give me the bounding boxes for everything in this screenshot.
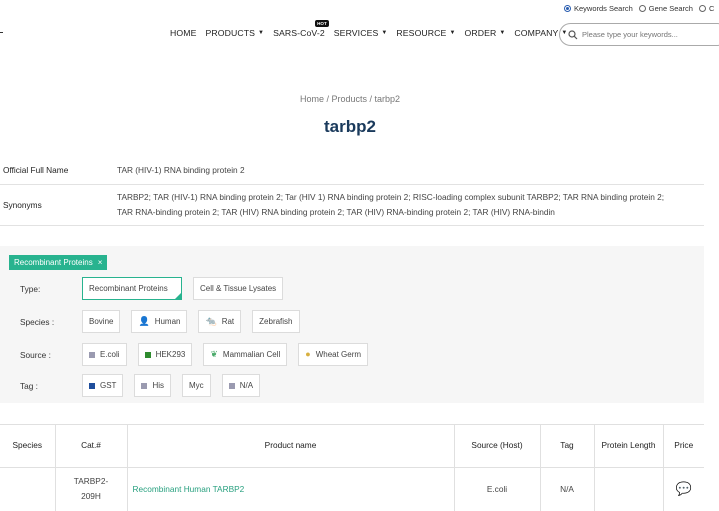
type-label: Type: xyxy=(20,283,41,294)
ecoli-icon xyxy=(89,351,95,358)
breadcrumb[interactable]: Home / Products / tarbp2 xyxy=(0,94,700,104)
human-icon: 👤 xyxy=(138,316,150,326)
results-table: Species Cat.# Product name Source (Host)… xyxy=(0,424,704,511)
table-header-row: Species Cat.# Product name Source (Host)… xyxy=(0,425,704,468)
col-cat[interactable]: Cat.# xyxy=(55,425,128,468)
logo-fragment xyxy=(0,32,3,33)
nav-sars-cov-2[interactable]: SARS-CoV-2 HOT xyxy=(273,20,329,38)
official-name-label: Official Full Name xyxy=(3,165,69,175)
rat-icon: 🐀 xyxy=(205,316,217,326)
col-protein-length[interactable]: Protein Length xyxy=(594,425,664,468)
type-option-lysates[interactable]: Cell & Tissue Lysates xyxy=(193,277,284,300)
cell-tag: N/A xyxy=(540,467,595,511)
nav-home[interactable]: HOME xyxy=(170,28,196,38)
source-option-mammalian[interactable]: ❦ Mammalian Cell xyxy=(203,343,288,366)
source-option-wheat-germ[interactable]: ● Wheat Germ xyxy=(298,343,369,366)
synonyms-label: Synonyms xyxy=(3,200,42,210)
search-icon[interactable] xyxy=(568,29,578,40)
species-option-rat[interactable]: 🐀 Rat xyxy=(198,310,242,333)
col-tag[interactable]: Tag xyxy=(540,425,595,468)
nav-order[interactable]: ORDER ▼ xyxy=(465,28,506,38)
cell-cat: TARBP2-209H xyxy=(55,467,128,511)
keywords-search-radio[interactable]: Keywords Search xyxy=(564,4,633,13)
synonyms-value: TARBP2; TAR (HIV-1) RNA binding protein … xyxy=(117,192,665,217)
species-option-human[interactable]: 👤 Human xyxy=(131,310,188,333)
hot-badge: HOT xyxy=(315,20,329,27)
source-option-ecoli[interactable]: E.coli xyxy=(82,343,127,366)
site-search xyxy=(559,23,719,46)
col-source[interactable]: Source (Host) xyxy=(454,425,541,468)
cell-length xyxy=(594,467,664,511)
col-product-name[interactable]: Product name xyxy=(127,425,455,468)
wheat-icon: ● xyxy=(305,349,311,359)
col-species[interactable]: Species xyxy=(0,425,56,468)
chat-icon[interactable]: 💬 xyxy=(676,481,692,496)
official-name-row: Official Full Name TAR (HIV-1) RNA bindi… xyxy=(0,156,704,185)
nav-services[interactable]: SERVICES ▼ xyxy=(334,28,388,38)
nav-resource[interactable]: RESOURCE ▼ xyxy=(396,28,455,38)
tag-option-his[interactable]: His xyxy=(134,374,172,397)
gene-info-table: Official Full Name TAR (HIV-1) RNA bindi… xyxy=(0,156,704,226)
tag-label: Tag : xyxy=(20,380,38,391)
col-price[interactable]: Price xyxy=(663,425,704,468)
chevron-down-icon: ▼ xyxy=(449,30,456,36)
tag-option-na[interactable]: N/A xyxy=(221,374,261,397)
hek293-icon xyxy=(144,351,151,358)
active-filter-chip[interactable]: Recombinant Proteins × xyxy=(9,255,108,270)
type-filter-row: Type: Recombinant Proteins Cell & Tissue… xyxy=(0,277,284,300)
type-option-recombinant[interactable]: Recombinant Proteins xyxy=(82,277,182,300)
nav-products[interactable]: PRODUCTS ▼ xyxy=(205,28,264,38)
gene-search-radio[interactable]: Gene Search xyxy=(638,4,693,13)
page-title: tarbp2 xyxy=(324,117,376,136)
his-icon xyxy=(141,382,148,389)
close-icon[interactable]: × xyxy=(98,258,103,267)
other-search-radio[interactable]: C xyxy=(698,4,714,13)
chevron-down-icon: ▼ xyxy=(258,30,265,36)
cell-source: E.coli xyxy=(454,467,541,511)
main-nav: HOME PRODUCTS ▼ SARS-CoV-2 HOT SERVICES ▼ R… xyxy=(170,20,567,38)
search-input[interactable] xyxy=(582,30,719,39)
species-option-zebrafish[interactable]: Zebrafish xyxy=(252,310,300,333)
radio-selected-icon xyxy=(564,5,571,12)
species-label: Species : xyxy=(20,316,55,327)
chevron-down-icon: ▼ xyxy=(381,30,388,36)
gst-icon xyxy=(89,382,95,389)
mammalian-cell-icon: ❦ xyxy=(210,349,218,359)
species-filter-row: Species : Bovine 👤 Human 🐀 Rat Zebrafish xyxy=(0,310,300,333)
synonyms-row: Synonyms TARBP2; TAR (HIV-1) RNA binding… xyxy=(0,185,704,226)
cell-species xyxy=(0,467,56,511)
search-type-selector: Keywords Search Gene Search C xyxy=(564,4,714,13)
official-name-value: TAR (HIV-1) RNA binding protein 2 xyxy=(117,164,245,175)
tag-option-myc[interactable]: Myc xyxy=(182,374,211,397)
cell-price: 💬 xyxy=(663,467,704,511)
species-option-bovine[interactable]: Bovine xyxy=(82,310,121,333)
source-filter-row: Source : E.coli HEK293 ❦ Mammalian Cell ●… xyxy=(0,343,369,366)
chevron-down-icon: ▼ xyxy=(499,30,506,36)
source-option-hek293[interactable]: HEK293 xyxy=(137,343,193,366)
tag-filter-row: Tag : GST His Myc N/A xyxy=(0,374,261,397)
tag-option-gst[interactable]: GST xyxy=(82,374,124,397)
radio-icon xyxy=(638,5,646,12)
radio-icon xyxy=(698,5,706,12)
source-label: Source : xyxy=(20,349,51,360)
na-icon xyxy=(228,382,235,389)
table-row: TARBP2-209H Recombinant Human TARBP2 E.c… xyxy=(0,467,704,511)
product-link[interactable]: Recombinant Human TARBP2 xyxy=(127,467,455,511)
filter-panel: Recombinant Proteins × Type: Recombinant… xyxy=(0,246,704,403)
